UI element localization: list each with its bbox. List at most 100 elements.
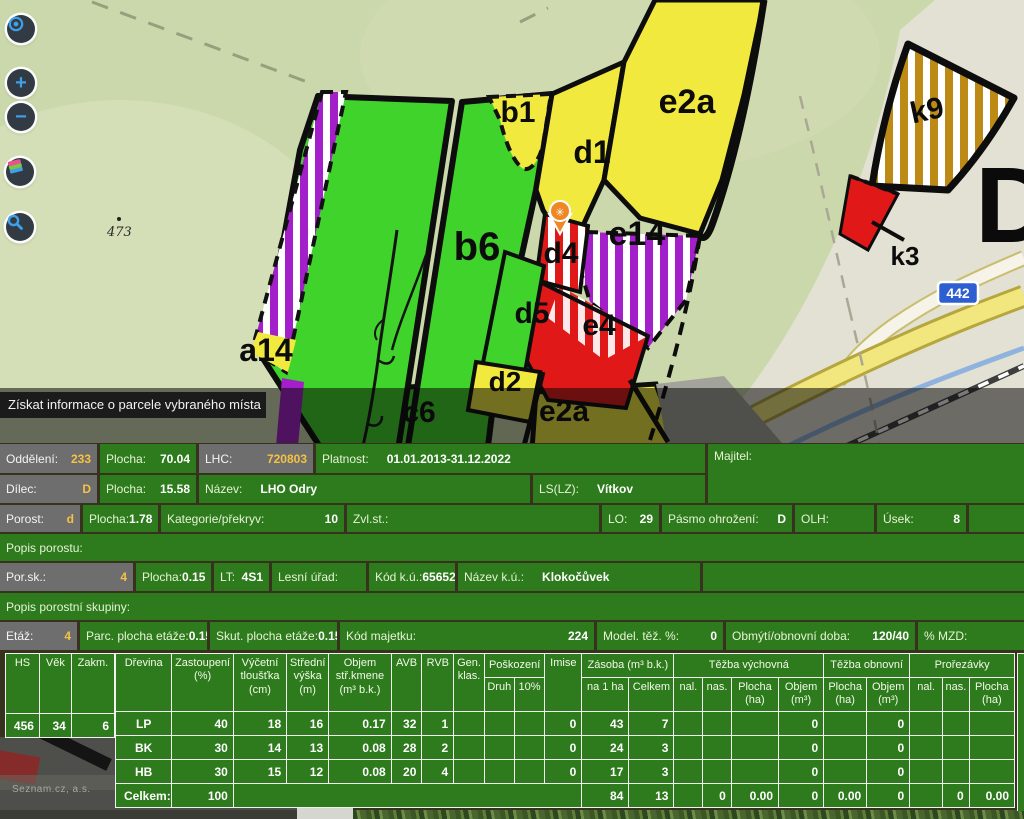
species-cell: 43 [582,712,629,736]
parcel-label-d4: d4 [543,237,578,270]
parcel-label-e14: e14 [609,215,666,253]
zoom-in-icon: + [15,73,27,93]
parcel-label-e4: e4 [582,309,616,342]
species-total-row: Celkem:100841300.0000.00000.00 [116,784,1015,808]
col-avb: AVB [391,654,422,712]
col-plocha-ha-pror: Plocha (ha) [969,678,1014,712]
col-nas: nas. [703,678,732,712]
species-cell [969,760,1014,784]
zoom-out-icon: − [15,107,27,127]
field-lesni-urad: Lesní úřad: [272,563,366,591]
cut-off-column [1017,653,1024,811]
species-cell: Celkem: [116,784,172,808]
species-cell [824,736,867,760]
field-usek: Úsek:8 [877,505,966,532]
svg-text:442: 442 [946,285,970,301]
species-cell [731,760,778,784]
field-kategorie: Kategorie/překryv:10 [161,505,344,532]
species-cell [910,784,943,808]
species-cell: 28 [391,736,422,760]
species-cell [674,736,703,760]
field-blank-2 [703,563,1024,591]
species-cell: 17 [582,760,629,784]
species-cell: 0.00 [731,784,778,808]
species-cell: 3 [629,760,674,784]
species-cell: 0 [545,760,582,784]
species-cell: 0 [779,760,824,784]
col-nas-pror: nas. [943,678,970,712]
species-cell [824,760,867,784]
species-cell: 0.08 [329,736,392,760]
search-icon [6,213,24,231]
col-objem-m3-obn: Objem (m³) [867,678,910,712]
species-cell: 0 [545,712,582,736]
stand-summary-row: 456 34 6 [6,714,115,738]
layers-icon [6,158,25,177]
col-imise: Imise [545,654,582,712]
species-cell [514,760,545,784]
field-pasmo: Pásmo ohrožení:D [662,505,792,532]
species-cell [910,736,943,760]
species-cell [233,784,581,808]
field-popis-ps: Popis porostní skupiny: [0,593,1024,620]
species-cell: 13 [287,736,329,760]
species-cell: 0 [703,784,732,808]
species-cell: 100 [172,784,233,808]
species-cell: 30 [172,736,233,760]
field-olh: OLH: [795,505,874,532]
species-cell: 84 [582,784,629,808]
species-cell [703,712,732,736]
species-cell [514,736,545,760]
layers-button[interactable] [6,158,34,186]
species-cell: 30 [172,760,233,784]
stand-summary-table: HS Věk Zakm. 456 34 6 [5,653,115,738]
field-kod-ku: Kód k.ú.:656526 [369,563,455,591]
species-cell [674,760,703,784]
field-oddeleni: Oddělení:233 [0,444,97,473]
field-plocha-porost: Plocha:1.78 [83,505,158,532]
species-cell: 18 [233,712,286,736]
road-sign-442: 442 [938,282,978,304]
species-cell: 0 [779,784,824,808]
species-cell: 0.08 [329,760,392,784]
species-cell: 12 [287,760,329,784]
parcel-label-d1: d1 [573,134,610,170]
species-cell: BK [116,736,172,760]
species-cell: 13 [629,784,674,808]
zoom-out-button[interactable]: − [7,103,35,131]
field-plocha-porsk: Plocha:0.15 [136,563,211,591]
field-zvlst: Zvl.st.: [347,505,599,532]
col-plocha-ha-obn: Plocha (ha) [824,678,867,712]
species-cell: 0.00 [969,784,1014,808]
col-celkem: Celkem [629,678,674,712]
field-skut-plocha: Skut. plocha etáže:0.15 [210,622,337,650]
species-row: BK3014130.08282024300 [116,736,1015,760]
species-cell: 1 [422,712,454,736]
field-porsk: Por.sk.:4 [0,563,133,591]
tooltip-text: Získat informace o parcele vybraného mís… [8,397,261,412]
locate-button[interactable] [7,15,35,43]
col-vycetni: Výčetní tloušťka (cm) [233,654,286,712]
col-plocha-ha: Plocha (ha) [731,678,778,712]
aerial-photo-strip [300,810,1024,819]
field-majitel: Majitel: [708,444,1024,503]
field-plocha-dilec: Plocha:15.58 [100,475,196,503]
species-cell: 0 [867,712,910,736]
species-cell [514,712,545,736]
search-button[interactable] [6,213,34,241]
species-cell: 0.17 [329,712,392,736]
col-objem: Objem stř.kmene (m³ b.k.) [329,654,392,712]
elevation-label: 473 [106,225,132,240]
target-icon [7,15,25,33]
species-cell: HB [116,760,172,784]
species-table: Dřevina Zastoupení (%) Výčetní tloušťka … [115,653,1015,808]
species-cell [703,736,732,760]
field-etaz: Etáž:4 [0,622,77,650]
species-cell: 20 [391,760,422,784]
group-tezba-vychovna: Těžba výchovná [674,654,824,678]
col-na1ha: na 1 ha [582,678,629,712]
zoom-in-button[interactable]: + [7,69,35,97]
species-cell: 0 [867,736,910,760]
parcel-label-k3: k3 [891,241,920,271]
species-cell: 0 [779,712,824,736]
